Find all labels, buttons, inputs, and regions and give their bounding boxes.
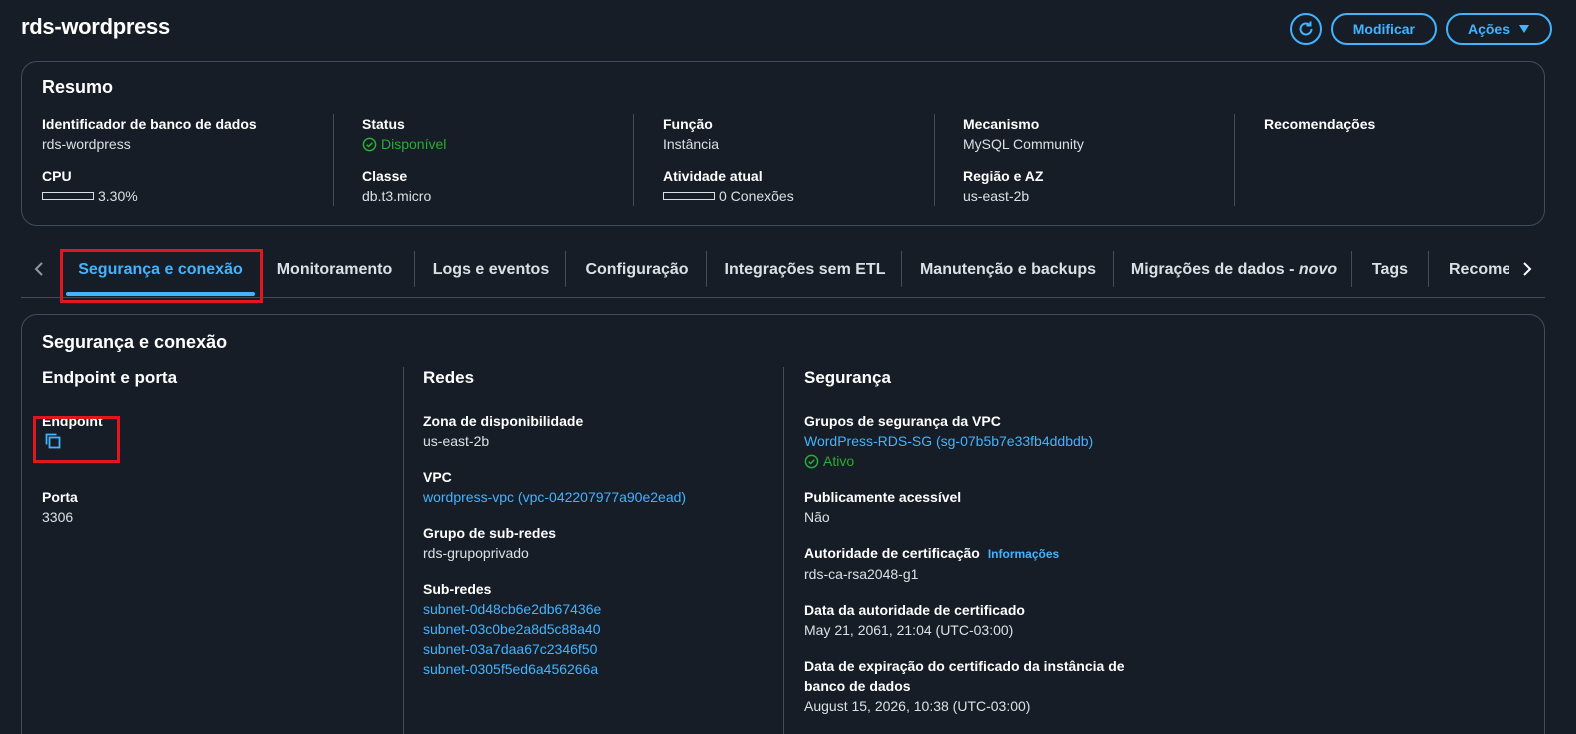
engine-label: Mecanismo <box>963 116 1040 132</box>
highlight-box-endpoint <box>33 416 120 463</box>
vpc-link[interactable]: wordpress-vpc (vpc-042207977a90e2ead) <box>423 487 763 507</box>
tabs-scroll-left-button[interactable] <box>29 259 49 279</box>
tab-label: Recome <box>1449 261 1509 278</box>
caret-down-icon <box>1519 25 1529 33</box>
ca-value: rds-ca-rsa2048-g1 <box>804 566 919 582</box>
security-connection-card: Segurança e conexão Endpoint e porta End… <box>21 314 1545 734</box>
cert-expiry-label-line-1: Data de expiração do certificado da inst… <box>804 658 1125 674</box>
tab-maintenance-backups[interactable]: Manutenção e backups <box>912 252 1104 288</box>
tab-logs-events[interactable]: Logs e eventos <box>425 252 557 288</box>
cpu-value: 3.30% <box>98 188 138 204</box>
tab-data-migrations[interactable]: Migrações de dados - novo <box>1125 252 1343 288</box>
recommendations-label: Recomendações <box>1264 116 1376 132</box>
activity-value: 0 Conexões <box>719 188 794 204</box>
check-circle-icon <box>362 137 377 151</box>
tab-tags[interactable]: Tags <box>1361 252 1419 288</box>
tab-label: Integrações sem ETL <box>724 261 886 278</box>
subnet-link[interactable]: subnet-0305f5ed6a456266a <box>423 659 763 679</box>
actions-button-label: Ações <box>1467 21 1510 37</box>
tab-label: Configuração <box>585 261 689 278</box>
modify-button-label: Modificar <box>1352 21 1415 37</box>
summary-col-1: Identificador de banco de dados rds-word… <box>42 114 257 206</box>
tab-label: Logs e eventos <box>432 261 550 278</box>
tab-label: Monitoramento <box>276 261 393 278</box>
tab-label: Migrações de dados - <box>1130 261 1299 278</box>
chevron-left-icon <box>34 262 43 276</box>
security-group-status: Ativo <box>804 451 1164 471</box>
role-label: Função <box>663 116 713 132</box>
class-value: db.t3.micro <box>362 188 432 204</box>
tab-label: Manutenção e backups <box>919 261 1097 278</box>
summary-col-4: Mecanismo MySQL Community Região e AZ us… <box>963 114 1084 206</box>
ca-info-link[interactable]: Informações <box>988 547 1059 561</box>
tabs-scroll-right-button[interactable] <box>1517 259 1537 279</box>
tab-label: Tags <box>1371 261 1409 278</box>
summary-col-5: Recomendações <box>1264 114 1375 206</box>
ca-date-label: Data da autoridade de certificado <box>804 602 1025 618</box>
security-column: Segurança Grupos de segurança da VPC Wor… <box>804 367 1164 732</box>
actions-dropdown-button[interactable]: Ações <box>1445 13 1552 45</box>
ca-label-row: Autoridade de certificação Informações <box>804 543 1164 564</box>
tab-new-badge: novo <box>1298 261 1338 278</box>
az-label: Zona de disponibilidade <box>423 413 584 429</box>
header-actions: Modificar Ações <box>1289 13 1552 45</box>
engine-value: MySQL Community <box>963 136 1084 152</box>
cert-expiry-value: August 15, 2026, 10:38 (UTC-03:00) <box>804 698 1031 714</box>
ca-date-value: May 21, 2061, 21:04 (UTC-03:00) <box>804 622 1014 638</box>
vpc-label: VPC <box>423 469 452 485</box>
vpc-security-groups-label: Grupos de segurança da VPC <box>804 413 1001 429</box>
subnet-group-value: rds-grupoprivado <box>423 545 529 561</box>
tab-configuration[interactable]: Configuração <box>577 252 697 288</box>
ca-label: Autoridade de certificação <box>804 545 980 561</box>
subnets-label: Sub-redes <box>423 581 492 597</box>
cpu-meter: 3.30% <box>42 186 138 206</box>
page-title: rds-wordpress <box>21 14 170 39</box>
status-value: Disponível <box>381 136 447 152</box>
cpu-label: CPU <box>42 168 72 184</box>
az-value: us-east-2b <box>423 433 490 449</box>
status-label: Status <box>362 116 405 132</box>
region-label: Região e AZ <box>963 168 1044 184</box>
networking-heading: Redes <box>423 368 475 387</box>
status-badge: Disponível <box>362 134 446 154</box>
subnet-link[interactable]: subnet-03c0be2a8d5c88a40 <box>423 619 763 639</box>
db-identifier-value: rds-wordpress <box>42 136 131 152</box>
tab-monitoring[interactable]: Monitoramento <box>267 252 402 288</box>
endpoint-port-heading: Endpoint e porta <box>42 368 178 387</box>
class-label: Classe <box>362 168 408 184</box>
activity-progress-bar <box>663 192 715 200</box>
security-heading: Segurança <box>804 368 891 387</box>
port-value: 3306 <box>42 509 74 525</box>
subnet-group-label: Grupo de sub-redes <box>423 525 557 541</box>
activity-label: Atividade atual <box>663 168 763 184</box>
summary-title: Resumo <box>42 77 114 97</box>
refresh-button[interactable] <box>1289 13 1322 45</box>
security-group-status-value: Ativo <box>823 453 855 469</box>
security-group-link[interactable]: WordPress-RDS-SG (sg-07b5b7e33fb4ddbdb) <box>804 431 1164 451</box>
cert-expiry-label-line-2: banco de dados <box>804 678 911 694</box>
summary-card: Resumo Identificador de banco de dados r… <box>21 61 1545 226</box>
check-circle-icon <box>804 454 819 468</box>
public-access-value: Não <box>804 509 830 525</box>
cpu-progress-bar <box>42 192 94 200</box>
chevron-right-icon <box>1523 262 1532 276</box>
subnet-link[interactable]: subnet-0d48cb6e2db67436e <box>423 599 763 619</box>
tab-recommendations[interactable]: Recome <box>1439 252 1509 288</box>
db-identifier-label: Identificador de banco de dados <box>42 116 257 132</box>
subnet-link[interactable]: subnet-03a7daa67c2346f50 <box>423 639 763 659</box>
activity-meter: 0 Conexões <box>663 186 794 206</box>
tab-zero-etl-integrations[interactable]: Integrações sem ETL <box>718 252 892 288</box>
region-value: us-east-2b <box>963 188 1030 204</box>
public-access-label: Publicamente acessível <box>804 489 962 505</box>
networking-column: Redes Zona de disponibilidade us-east-2b… <box>423 367 763 695</box>
port-label: Porta <box>42 489 78 505</box>
role-value: Instância <box>663 136 720 152</box>
summary-col-2: Status Disponível Classe db.t3.micro <box>362 114 446 206</box>
section-title: Segurança e conexão <box>42 332 228 352</box>
refresh-icon <box>1299 21 1313 36</box>
modify-button[interactable]: Modificar <box>1330 13 1437 45</box>
highlight-box-tab <box>60 249 263 303</box>
summary-col-3: Função Instância Atividade atual 0 Conex… <box>663 114 794 206</box>
